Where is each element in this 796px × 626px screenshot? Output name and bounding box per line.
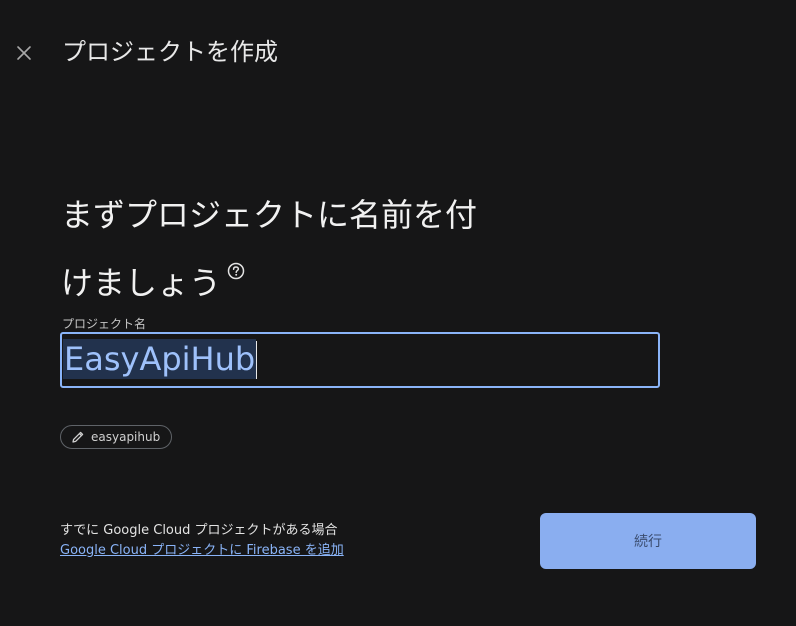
text-caret [256,341,257,379]
close-button[interactable] [10,39,38,67]
dialog-title: プロジェクトを作成 [62,38,278,66]
help-button[interactable] [227,242,245,296]
heading-line-1: まずプロジェクトに名前を付 [61,196,478,234]
page-heading: まずプロジェクトに名前を付 けましょう [61,188,541,310]
add-firebase-link[interactable]: Google Cloud プロジェクトに Firebase を追加 [60,541,344,561]
project-id-label: easyapihub [91,430,161,444]
project-name-label: プロジェクト名 [62,317,147,331]
close-icon [17,46,31,60]
create-project-dialog: プロジェクトを作成 まずプロジェクトに名前を付 けましょう プロジェクト名 Ea… [0,0,796,626]
project-id-chip[interactable]: easyapihub [60,425,173,449]
project-name-value[interactable]: EasyApiHub [63,339,257,379]
help-circle-icon [227,262,245,280]
pencil-icon [72,431,84,443]
continue-button[interactable]: 続行 [540,513,756,569]
dialog-header: プロジェクトを作成 [0,0,796,106]
existing-project-note: すでに Google Cloud プロジェクトがある場合 [60,523,338,538]
project-name-input[interactable]: EasyApiHub [60,332,660,388]
heading-line-2: けましょう [61,264,222,302]
